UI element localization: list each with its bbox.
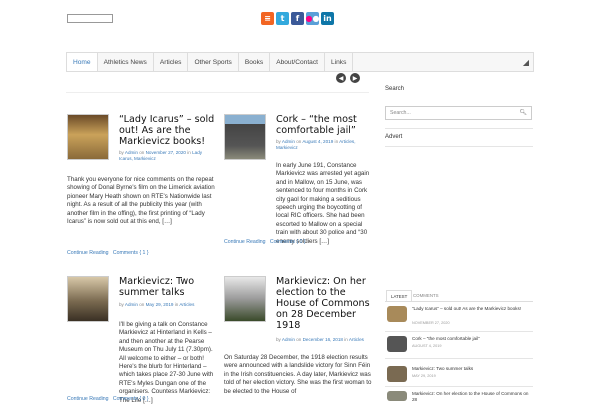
latest-item-thumbnail xyxy=(387,306,407,322)
post-date-link[interactable]: November 27, 2020 xyxy=(146,150,186,155)
sidebar-divider xyxy=(385,146,533,147)
post-date-link[interactable]: December 16, 2018 xyxy=(303,337,343,342)
latest-item-thumbnail xyxy=(387,366,407,382)
social-links: ≡ t f ● ● in xyxy=(261,12,334,25)
post-excerpt: I'll be giving a talk on Constance Marki… xyxy=(119,321,214,404)
post-thumbnail[interactable] xyxy=(224,276,266,322)
post-excerpt: On Saturday 28 December, the 1918 electi… xyxy=(224,354,372,395)
next-arrow-icon[interactable]: ▶ xyxy=(350,73,360,83)
latest-item-title[interactable]: Markievicz: On her election to the House… xyxy=(412,391,530,402)
comments-link[interactable]: Comments { 1 } xyxy=(113,250,149,256)
prev-arrow-icon[interactable]: ◀ xyxy=(336,73,346,83)
post-meta: by Admin on November 27, 2020 in Lady Ic… xyxy=(119,150,203,161)
sidebar-divider xyxy=(385,128,533,129)
post-thumbnail[interactable] xyxy=(224,114,266,160)
rss-icon[interactable]: ≡ xyxy=(261,12,274,25)
post-author-link[interactable]: Admin xyxy=(282,337,295,342)
latest-item-title[interactable]: “Lady Icarus” – sold out! As are the Mar… xyxy=(412,306,530,312)
post-footer: Continue Reading Comments { 0 } xyxy=(67,396,149,402)
nav-articles[interactable]: Articles xyxy=(154,53,189,71)
search-placeholder: Search... xyxy=(390,110,411,116)
sidebar-search-input[interactable]: Search... 🔍︎ xyxy=(385,106,532,120)
linkedin-icon[interactable]: in xyxy=(321,12,334,25)
post-excerpt: In early June 191, Constance Markievicz … xyxy=(276,162,370,245)
post-excerpt: Thank you everyone for nice comments on … xyxy=(67,176,215,226)
post-title[interactable]: “Lady Icarus” – sold out! As are the Mar… xyxy=(119,114,219,147)
sidebar-divider xyxy=(385,331,533,332)
main-nav: Home Athletics News Articles Other Sport… xyxy=(66,52,534,72)
header-search-input[interactable] xyxy=(67,14,113,23)
post-thumbnail[interactable] xyxy=(67,114,109,160)
continue-reading-link[interactable]: Continue Reading xyxy=(67,396,109,402)
content-divider xyxy=(66,92,369,93)
post-title[interactable]: Markievicz: On her election to the House… xyxy=(276,276,372,331)
post-author-link[interactable]: Admin xyxy=(125,150,138,155)
post-footer: Continue Reading Comments { 0 } xyxy=(224,239,306,245)
latest-item-thumbnail xyxy=(387,336,407,352)
latest-item[interactable]: Markievicz: On her election to the House… xyxy=(385,391,533,403)
post-date-link[interactable]: August 4, 2019 xyxy=(302,139,333,144)
flickr-icon[interactable]: ● ● xyxy=(306,12,319,25)
latest-item[interactable]: “Lady Icarus” – sold out! As are the Mar… xyxy=(385,306,533,332)
post-meta: by Admin on December 16, 2018 in Article… xyxy=(276,337,364,342)
post-category-link[interactable]: Articles xyxy=(349,337,364,342)
nav-about-contact[interactable]: About/Contact xyxy=(270,53,325,71)
nav-home[interactable]: Home xyxy=(67,53,98,71)
post-card: Markievicz: On her election to the House… xyxy=(224,276,372,400)
latest-item[interactable]: Cork – “the most comfortable jail” AUGUS… xyxy=(385,336,533,356)
latest-item-date: AUGUST 4, 2019 xyxy=(412,344,442,348)
latest-item-title[interactable]: Markievicz: Two summer talks xyxy=(412,366,530,372)
latest-item[interactable]: Markievicz: Two summer talks MAY 29, 201… xyxy=(385,366,533,386)
continue-reading-link[interactable]: Continue Reading xyxy=(67,250,109,256)
latest-item-date: NOVEMBER 27, 2020 xyxy=(412,321,450,325)
post-author-link[interactable]: Admin xyxy=(282,139,295,144)
post-card: Cork – “the most comfortable jail” by Ad… xyxy=(224,114,372,254)
advert-heading: Advert xyxy=(385,134,403,140)
facebook-icon[interactable]: f xyxy=(291,12,304,25)
post-meta: by Admin on May 29, 2019 in Articles xyxy=(119,302,195,307)
comments-link[interactable]: Comments { 0 } xyxy=(270,239,306,245)
post-title[interactable]: Cork – “the most comfortable jail” xyxy=(276,114,372,136)
nav-rss-icon[interactable]: ◢ xyxy=(519,53,533,71)
latest-item-title[interactable]: Cork – “the most comfortable jail” xyxy=(412,336,530,342)
post-footer: Continue Reading Comments { 1 } xyxy=(67,250,149,256)
post-thumbnail[interactable] xyxy=(67,276,109,322)
tab-comments[interactable]: COMMENTS xyxy=(409,290,443,300)
post-card: “Lady Icarus” – sold out! As are the Mar… xyxy=(67,114,215,264)
post-category-link[interactable]: Articles xyxy=(179,302,194,307)
post-meta: by Admin on August 4, 2019 in Articles, … xyxy=(276,139,356,150)
search-heading: Search xyxy=(385,86,405,92)
nav-links[interactable]: Links xyxy=(325,53,354,71)
comments-link[interactable]: Comments { 0 } xyxy=(113,396,149,402)
nav-books[interactable]: Books xyxy=(239,53,271,71)
sidebar-divider xyxy=(385,386,533,387)
slider-controls: ◀ ▶ xyxy=(336,73,360,83)
post-card: Markievicz: Two summer talks by Admin on… xyxy=(67,276,215,404)
twitter-icon[interactable]: t xyxy=(276,12,289,25)
nav-athletics-news[interactable]: Athletics News xyxy=(98,53,154,71)
post-title[interactable]: Markievicz: Two summer talks xyxy=(119,276,215,298)
sidebar-divider xyxy=(385,358,533,359)
latest-item-date: MAY 29, 2019 xyxy=(412,374,436,378)
search-icon[interactable]: 🔍︎ xyxy=(519,109,527,116)
nav-other-sports[interactable]: Other Sports xyxy=(188,53,239,71)
post-author-link[interactable]: Admin xyxy=(125,302,138,307)
post-date-link[interactable]: May 29, 2019 xyxy=(146,302,174,307)
sidebar-tabs: LATEST COMMENTS xyxy=(385,290,533,302)
continue-reading-link[interactable]: Continue Reading xyxy=(224,239,266,245)
